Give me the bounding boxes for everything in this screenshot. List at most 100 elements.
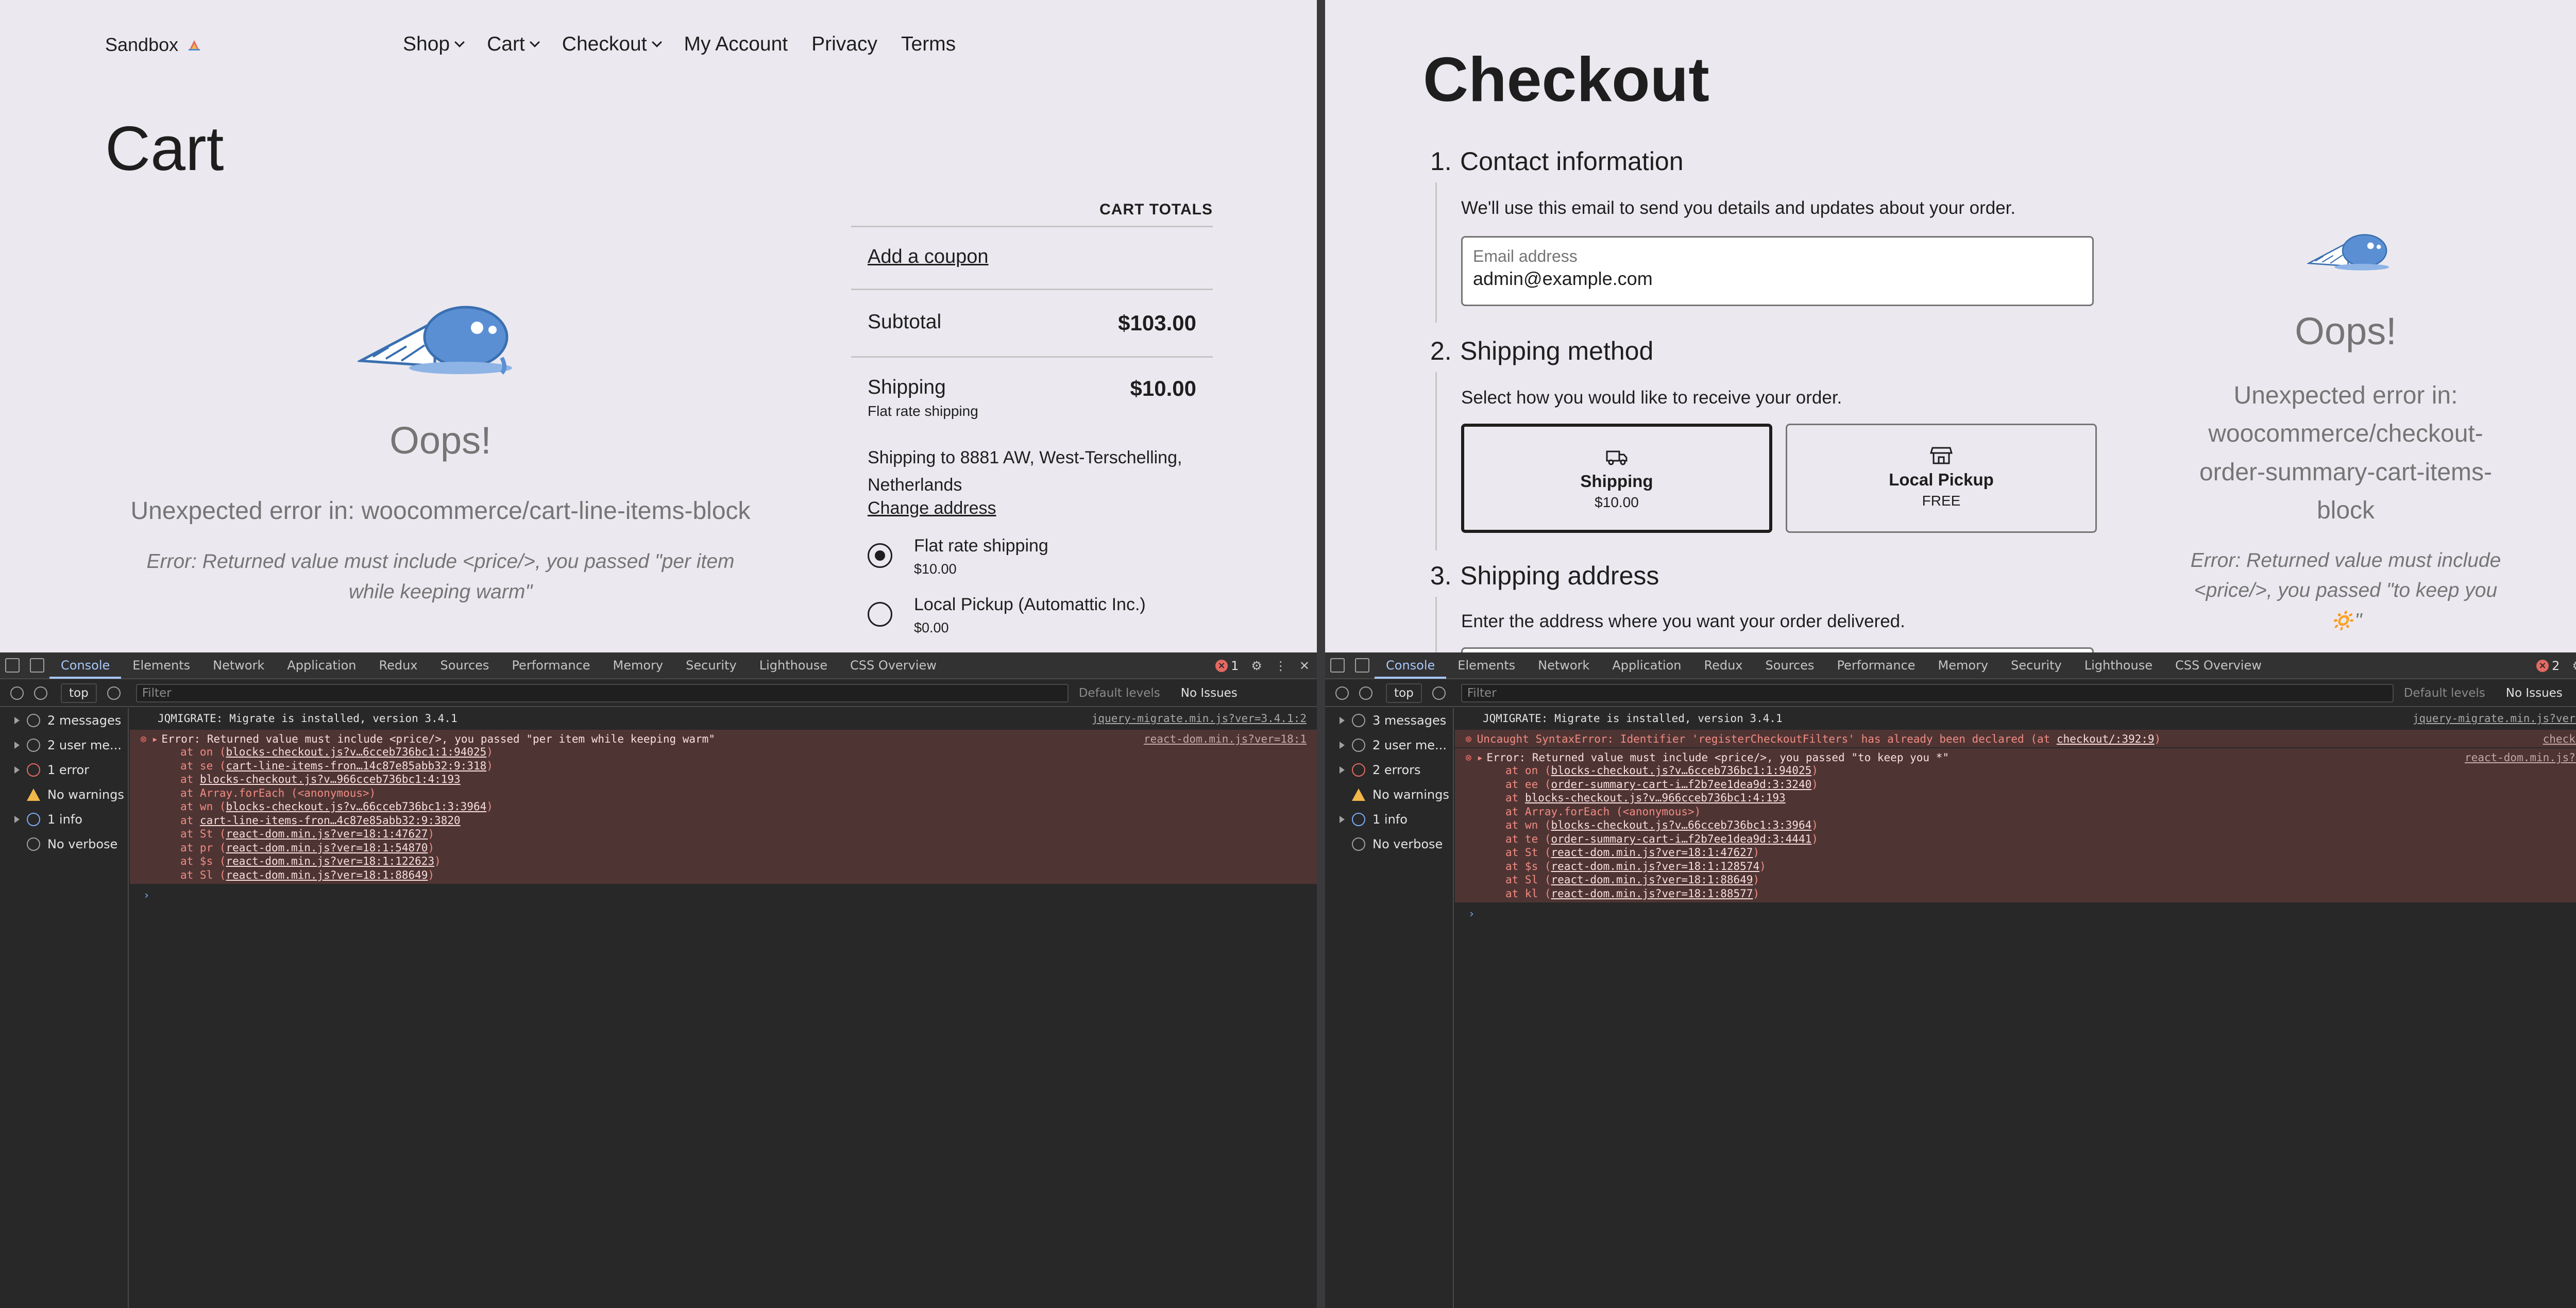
nav-checkout[interactable]: Checkout	[562, 33, 662, 56]
console-prompt[interactable]: ›	[130, 885, 1317, 905]
sidebar-messages[interactable]: 2 messages	[0, 708, 128, 733]
sidebar-errors[interactable]: 1 error	[0, 758, 128, 782]
tab-redux[interactable]: Redux	[367, 652, 429, 679]
stack-frame-link[interactable]: blocks-checkout.js?v…66cceb736bc1:3:3964	[1551, 819, 1812, 831]
eye-icon[interactable]	[107, 686, 121, 700]
context-selector[interactable]: top	[1386, 683, 1422, 703]
sidebar-user-messages[interactable]: 2 user me...	[0, 733, 128, 758]
stack-frame-link[interactable]: blocks-checkout.js?v…966cceb736bc1:4:193	[1525, 792, 1786, 804]
clear-console-icon[interactable]	[34, 686, 47, 700]
tab-css-overview[interactable]: CSS Overview	[2164, 652, 2273, 679]
nav-shop[interactable]: Shop	[403, 33, 465, 56]
tab-lighthouse[interactable]: Lighthouse	[748, 652, 839, 679]
expand-icon[interactable]: ▸	[1477, 751, 1484, 764]
sidebar-info[interactable]: 1 info	[0, 807, 128, 832]
sidebar-messages[interactable]: 3 messages	[1325, 708, 1453, 733]
sidebar-user-messages[interactable]: 2 user me...	[1325, 733, 1453, 758]
tab-console[interactable]: Console	[49, 652, 122, 679]
add-coupon-link[interactable]: Add a coupon	[851, 227, 1213, 290]
inspect-icon[interactable]	[1330, 658, 1345, 673]
console-error-entry[interactable]: ⊗ ▸ Error: Returned value must include <pr…	[130, 730, 1317, 884]
radio-button[interactable]	[868, 602, 892, 627]
sidebar-warnings[interactable]: No warnings	[0, 782, 128, 807]
tab-elements[interactable]: Elements	[121, 652, 201, 679]
console-syntax-error-entry[interactable]: ⊗ Uncaught SyntaxError: Identifier 'regis…	[1455, 730, 2576, 747]
eye-icon[interactable]	[1432, 686, 1446, 700]
nav-cart-label[interactable]: Cart	[487, 33, 525, 56]
nav-my-account[interactable]: My Account	[684, 33, 788, 56]
tab-sources[interactable]: Sources	[429, 652, 501, 679]
error-count-badge[interactable]: × 2	[2536, 659, 2560, 673]
nav-my-account-label[interactable]: My Account	[684, 33, 788, 56]
stack-frame-link[interactable]: react-dom.min.js?ver=18:1:88577	[1551, 887, 1753, 900]
tab-elements[interactable]: Elements	[1446, 652, 1527, 679]
more-options-icon[interactable]: ⋮	[1275, 659, 1287, 673]
tab-lighthouse[interactable]: Lighthouse	[2073, 652, 2164, 679]
close-icon[interactable]: ✕	[1299, 659, 1310, 673]
sidebar-toggle-icon[interactable]	[1335, 686, 1349, 700]
stack-frame-link[interactable]: react-dom.min.js?ver=18:1:88649	[1551, 874, 1753, 886]
tab-sources[interactable]: Sources	[1754, 652, 1826, 679]
shipping-option-local-pickup[interactable]: Local Pickup FREE	[1786, 424, 2097, 533]
console-error-entry[interactable]: ⊗ ▸ Error: Returned value must include <pr…	[1455, 748, 2576, 902]
sidebar-verbose[interactable]: No verbose	[1325, 832, 1453, 857]
nav-terms-label[interactable]: Terms	[901, 33, 956, 56]
change-address-link[interactable]: Change address	[851, 498, 1213, 518]
error-source-link[interactable]: react-dom.min.js?ver=18:1	[2465, 751, 2576, 764]
stack-frame-link[interactable]: blocks-checkout.js?v…966cceb736bc1:4:193	[200, 773, 461, 785]
inspect-icon[interactable]	[5, 658, 20, 673]
stack-frame-link[interactable]: cart-line-items-fron…4c87e85abb32:9:3820	[200, 814, 461, 827]
stack-frame-link[interactable]: blocks-checkout.js?v…6cceb736bc1:1:94025	[1551, 764, 1812, 777]
stack-frame-link[interactable]: react-dom.min.js?ver=18:1:47627	[226, 828, 428, 840]
error-inline-link[interactable]: checkout/:392:9	[2057, 733, 2155, 745]
log-levels-dropdown[interactable]: Default levels	[1079, 686, 1160, 700]
stack-frame-link[interactable]: react-dom.min.js?ver=18:1:47627	[1551, 846, 1753, 859]
nav-checkout-label[interactable]: Checkout	[562, 33, 647, 56]
filter-input[interactable]: Filter	[135, 684, 1069, 702]
issues-button[interactable]: No Issues	[1181, 686, 1238, 700]
tab-application[interactable]: Application	[1601, 652, 1692, 679]
email-field[interactable]: Email address admin@example.com	[1461, 236, 2094, 306]
shipping-option-shipping[interactable]: Shipping $10.00	[1461, 424, 1772, 533]
stack-frame-link[interactable]: blocks-checkout.js?v…66cceb736bc1:3:3964	[226, 800, 487, 813]
sidebar-warnings[interactable]: No warnings	[1325, 782, 1453, 807]
error-source-link[interactable]: react-dom.min.js?ver=18:1	[1144, 733, 1307, 745]
sidebar-verbose[interactable]: No verbose	[0, 832, 128, 857]
nav-cart[interactable]: Cart	[487, 33, 540, 56]
sidebar-errors[interactable]: 2 errors	[1325, 758, 1453, 782]
nav-privacy[interactable]: Privacy	[811, 33, 877, 56]
error-source-link[interactable]: checkout/:392	[2543, 733, 2576, 745]
stack-frame-link[interactable]: react-dom.min.js?ver=18:1:88649	[226, 869, 428, 881]
settings-gear-icon[interactable]: ⚙	[2572, 659, 2576, 673]
tab-console[interactable]: Console	[1375, 652, 1447, 679]
tab-performance[interactable]: Performance	[1825, 652, 1926, 679]
shipping-option-local-pickup[interactable]: Local Pickup (Automattic Inc.) $0.00	[851, 577, 1213, 636]
stack-frame-link[interactable]: react-dom.min.js?ver=18:1:54870	[226, 842, 428, 854]
nav-shop-label[interactable]: Shop	[403, 33, 450, 56]
issues-button[interactable]: No Issues	[2506, 686, 2563, 700]
stack-frame-link[interactable]: react-dom.min.js?ver=18:1:122623	[226, 855, 435, 867]
tab-security[interactable]: Security	[674, 652, 748, 679]
tab-redux[interactable]: Redux	[1692, 652, 1754, 679]
stack-frame-link[interactable]: order-summary-cart-i…f2b7ee1dea9d:3:3240	[1551, 778, 1812, 791]
sidebar-info[interactable]: 1 info	[1325, 807, 1453, 832]
error-count-badge[interactable]: × 1	[1215, 659, 1239, 673]
nav-privacy-label[interactable]: Privacy	[811, 33, 877, 56]
tab-css-overview[interactable]: CSS Overview	[839, 652, 948, 679]
log-source-link[interactable]: jquery-migrate.min.js?ver=3.4.1:2	[2413, 712, 2576, 725]
filter-input[interactable]: Filter	[1461, 684, 2394, 702]
console-prompt[interactable]: ›	[1455, 903, 2576, 924]
email-value[interactable]: admin@example.com	[1473, 268, 2082, 290]
stack-frame-link[interactable]: order-summary-cart-i…f2b7ee1dea9d:3:4441	[1551, 833, 1812, 845]
site-logo[interactable]: Sandbox	[105, 34, 202, 56]
log-source-link[interactable]: jquery-migrate.min.js?ver=3.4.1:2	[1092, 712, 1307, 725]
sidebar-toggle-icon[interactable]	[10, 686, 24, 700]
stack-frame-link[interactable]: react-dom.min.js?ver=18:1:128574	[1551, 860, 1760, 873]
tab-memory[interactable]: Memory	[1927, 652, 2000, 679]
device-toggle-icon[interactable]	[30, 658, 44, 673]
settings-gear-icon[interactable]: ⚙	[1251, 659, 1262, 673]
tab-application[interactable]: Application	[276, 652, 367, 679]
site-logo-text[interactable]: Sandbox	[105, 34, 178, 55]
tab-network[interactable]: Network	[201, 652, 276, 679]
nav-terms[interactable]: Terms	[901, 33, 956, 56]
